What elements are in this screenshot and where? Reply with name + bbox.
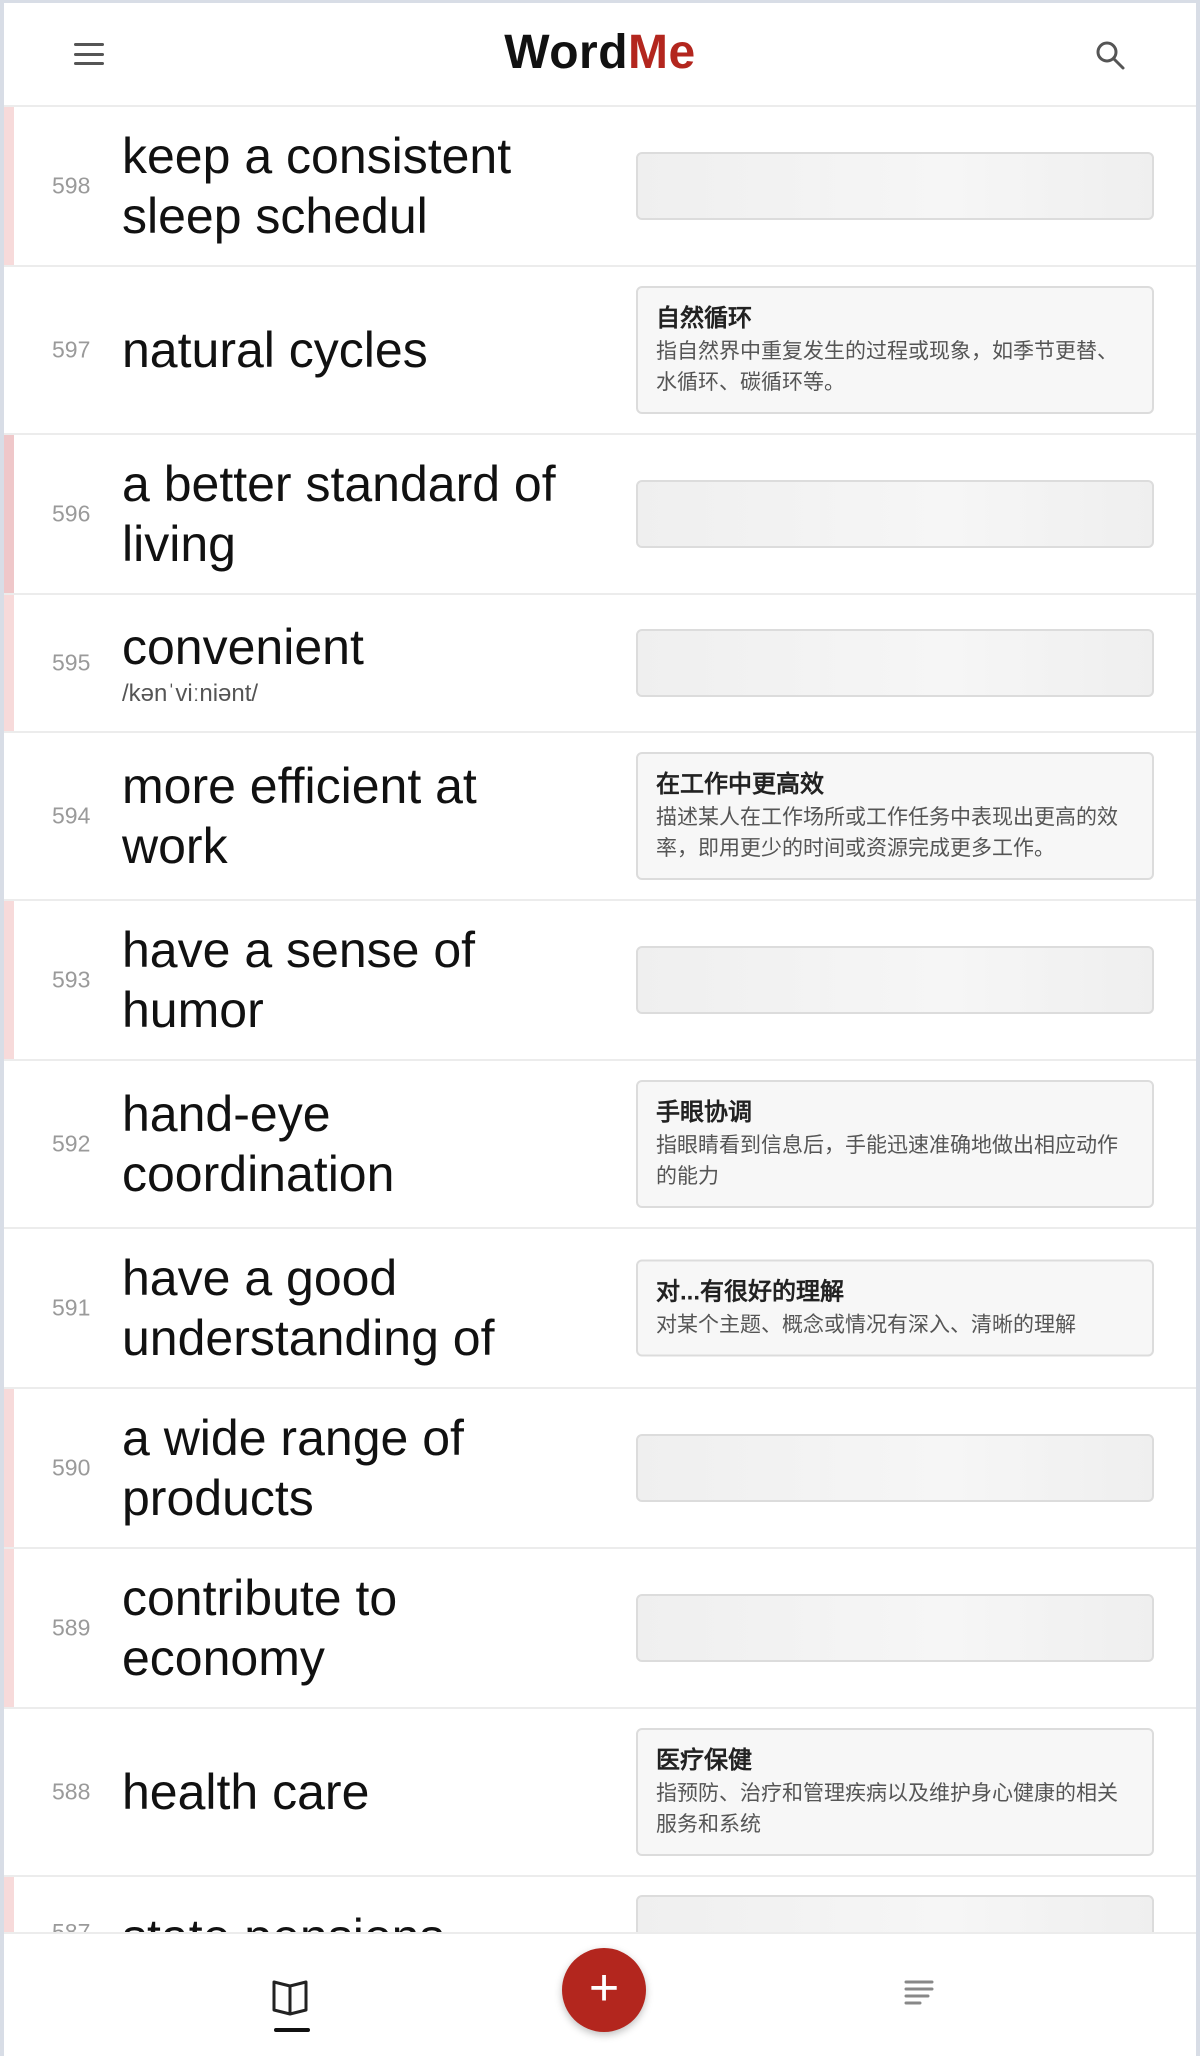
word-row[interactable]: 588 health care 医疗保健指预防、治疗和管理疾病以及维护身心健康的相关… — [4, 1709, 1196, 1877]
word-row[interactable]: 596 a better standard of living — [4, 435, 1196, 595]
phrase-text: keep a consistent sleep schedul — [122, 128, 512, 244]
add-word-button[interactable]: + — [562, 1948, 646, 2032]
row-phrase: have a sense of humor — [122, 920, 582, 1040]
definition-placeholder[interactable] — [636, 1594, 1154, 1662]
definition-card[interactable]: 手眼协调指眼睛看到信息后，手能迅速准确地做出相应动作的能力 — [636, 1080, 1154, 1208]
phrase-text: have a sense of humor — [122, 922, 476, 1038]
definition-placeholder[interactable] — [636, 152, 1154, 220]
phrase-text: more efficient at work — [122, 758, 477, 874]
logo-me: Me — [628, 26, 696, 79]
row-number: 588 — [52, 1778, 91, 1805]
phonetic-text: /kənˈviːniənt/ — [122, 680, 259, 707]
row-number: 589 — [52, 1614, 91, 1641]
definition-description: 指眼睛看到信息后，手能迅速准确地做出相应动作的能力 — [656, 1134, 1118, 1188]
row-phrase: hand-eye coordination — [122, 1084, 582, 1204]
row-number: 592 — [52, 1130, 91, 1157]
row-number: 597 — [52, 336, 91, 363]
row-phrase: health care — [122, 1762, 582, 1822]
row-phrase: have a good understanding of — [122, 1248, 582, 1368]
app-window: WordMe 598 keep a consistent sleep schedu… — [0, 0, 1200, 2056]
row-accent-bar — [4, 901, 14, 1059]
definition-title: 对...有很好的理解 — [656, 1278, 845, 1306]
row-accent-bar — [4, 1549, 14, 1707]
definition-placeholder[interactable] — [636, 946, 1154, 1014]
phrase-text: natural cycles — [122, 322, 428, 378]
active-tab-indicator — [274, 2028, 310, 2032]
row-number: 598 — [52, 172, 91, 199]
row-number: 594 — [52, 802, 91, 829]
phrase-text: have a good understanding of — [122, 1250, 495, 1366]
word-row[interactable]: 589 contribute to economy — [4, 1549, 1196, 1709]
row-accent-bar — [4, 595, 14, 731]
row-number: 596 — [52, 500, 91, 527]
definition-card[interactable]: 医疗保健指预防、治疗和管理疾病以及维护身心健康的相关服务和系统 — [636, 1728, 1154, 1856]
definition-placeholder[interactable] — [636, 1434, 1154, 1502]
words-tab[interactable] — [262, 1976, 318, 2032]
word-row[interactable]: 594 more efficient at work 在工作中更高效描述某人在工作场… — [4, 733, 1196, 901]
definition-placeholder[interactable] — [636, 480, 1154, 548]
phrase-text: a better standard of living — [122, 456, 556, 572]
definition-placeholder[interactable] — [636, 629, 1154, 697]
app-header: WordMe — [4, 3, 1196, 107]
row-number: 590 — [52, 1454, 91, 1481]
word-row[interactable]: 597 natural cycles 自然循环指自然界中重复发生的过程或现象，如季节… — [4, 267, 1196, 435]
phrase-text: convenient — [122, 619, 364, 675]
word-row[interactable]: 595 convenient/kənˈviːniənt/ — [4, 595, 1196, 733]
definition-description: 指预防、治疗和管理疾病以及维护身心健康的相关服务和系统 — [656, 1782, 1118, 1836]
word-row[interactable]: 590 a wide range of products — [4, 1389, 1196, 1549]
definition-title: 在工作中更高效 — [656, 771, 824, 798]
phrase-text: health care — [122, 1764, 370, 1820]
row-phrase: natural cycles — [122, 320, 582, 380]
word-list: 598 keep a consistent sleep schedul 597 nat… — [4, 107, 1196, 1997]
definition-description: 描述某人在工作场所或工作任务中表现出更高的效率，即用更少的时间或资源完成更多工作… — [656, 806, 1118, 860]
logo-word: Word — [504, 26, 629, 79]
row-number: 595 — [52, 649, 91, 676]
definition-description: 指自然界中重复发生的过程或现象，如季节更替、水循环、碳循环等。 — [656, 340, 1118, 394]
text-lines-icon[interactable] — [904, 1978, 934, 2006]
app-logo: WordMe — [4, 25, 1196, 80]
row-phrase: contribute to economy — [122, 1568, 582, 1688]
phrase-text: a wide range of products — [122, 1410, 464, 1526]
row-phrase: a better standard of living — [122, 454, 582, 574]
search-icon[interactable] — [1094, 39, 1126, 71]
row-accent-bar — [4, 1389, 14, 1547]
definition-title: 医疗保健 — [656, 1747, 752, 1774]
bottom-navigation-bar: + — [4, 1932, 1196, 2056]
row-phrase: keep a consistent sleep schedul — [122, 126, 582, 246]
phrase-text: contribute to economy — [122, 1570, 398, 1686]
word-row[interactable]: 592 hand-eye coordination 手眼协调指眼睛看到信息后，手能迅… — [4, 1061, 1196, 1229]
open-book-icon — [272, 1980, 308, 2016]
row-phrase: more efficient at work — [122, 756, 582, 876]
definition-title: 自然循环 — [656, 305, 752, 332]
definition-card[interactable]: 对...有很好的理解对某个主题、概念或情况有深入、清晰的理解 — [636, 1259, 1154, 1357]
row-phrase: convenient/kənˈviːniənt/ — [122, 617, 582, 709]
definition-card[interactable]: 在工作中更高效描述某人在工作场所或工作任务中表现出更高的效率，即用更少的时间或资… — [636, 752, 1154, 880]
row-phrase: a wide range of products — [122, 1408, 582, 1528]
word-row[interactable]: 591 have a good understanding of 对...有很好的理… — [4, 1229, 1196, 1389]
row-accent-bar — [4, 107, 14, 265]
definition-description: 对某个主题、概念或情况有深入、清晰的理解 — [656, 1313, 1076, 1337]
definition-card[interactable]: 自然循环指自然界中重复发生的过程或现象，如季节更替、水循环、碳循环等。 — [636, 286, 1154, 414]
row-accent-bar — [4, 435, 14, 593]
word-row[interactable]: 598 keep a consistent sleep schedul — [4, 107, 1196, 267]
row-number: 591 — [52, 1294, 91, 1321]
phrase-text: hand-eye coordination — [122, 1086, 395, 1202]
row-number: 593 — [52, 966, 91, 993]
definition-title: 手眼协调 — [656, 1099, 752, 1126]
word-row[interactable]: 593 have a sense of humor — [4, 901, 1196, 1061]
